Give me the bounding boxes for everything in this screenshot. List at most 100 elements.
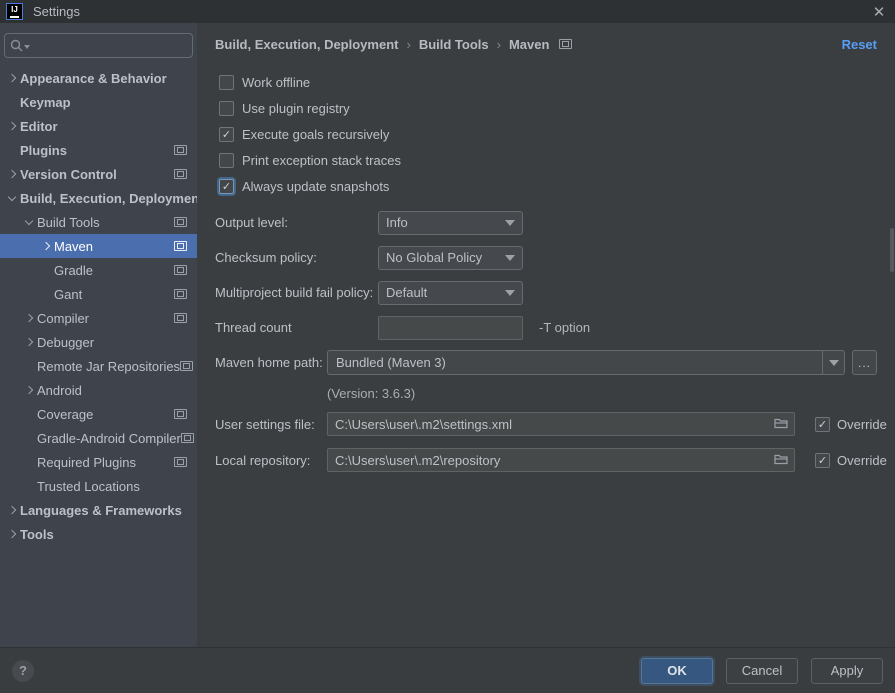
sidebar-item-appearance-behavior[interactable]: Appearance & Behavior bbox=[0, 66, 197, 90]
sidebar-item-trusted-locations[interactable]: Trusted Locations bbox=[0, 474, 197, 498]
search-input[interactable] bbox=[30, 38, 187, 53]
breadcrumb-part[interactable]: Build, Execution, Deployment bbox=[215, 37, 398, 52]
checksum-policy-dropdown[interactable]: No Global Policy bbox=[378, 246, 523, 270]
sidebar-item-tools[interactable]: Tools bbox=[0, 522, 197, 546]
chevron-right-icon[interactable] bbox=[4, 531, 20, 537]
sidebar-item-label: Trusted Locations bbox=[37, 479, 140, 494]
folder-icon[interactable] bbox=[774, 453, 788, 468]
local-repository-row: Local repository:✓Override bbox=[215, 442, 877, 478]
sidebar-item-label: Remote Jar Repositories bbox=[37, 359, 180, 374]
sidebar-item-maven[interactable]: Maven bbox=[0, 234, 197, 258]
maven-home-combobox[interactable]: Bundled (Maven 3) bbox=[327, 350, 845, 375]
output-level-row: Output level:Info bbox=[215, 205, 877, 240]
work-offline-checkbox[interactable] bbox=[219, 75, 234, 90]
user-settings-file-override-checkbox[interactable]: ✓ bbox=[815, 417, 830, 432]
sidebar-item-label: Version Control bbox=[20, 167, 117, 182]
checkbox-row-execute-goals-recursively: ✓ Execute goals recursively bbox=[215, 121, 877, 147]
ok-button[interactable]: OK bbox=[641, 658, 713, 684]
sidebar-item-gradle[interactable]: Gradle bbox=[0, 258, 197, 282]
checkbox-label: Always update snapshots bbox=[242, 179, 389, 194]
settings-window: IJ Settings ✕ Appearance & Behavior Keyma… bbox=[0, 0, 895, 693]
settings-page-icon bbox=[174, 457, 187, 467]
local-repository-override-checkbox[interactable]: ✓ bbox=[815, 453, 830, 468]
print-exception-stack-traces-checkbox[interactable] bbox=[219, 153, 234, 168]
output-level-dropdown[interactable]: Info bbox=[378, 211, 523, 235]
thread-count-label: Thread count bbox=[215, 320, 378, 335]
dropdown-rows: Output level:InfoChecksum policy:No Glob… bbox=[215, 205, 877, 310]
sidebar-item-version-control[interactable]: Version Control bbox=[0, 162, 197, 186]
checkbox-label: Execute goals recursively bbox=[242, 127, 389, 142]
sidebar-item-required-plugins[interactable]: Required Plugins bbox=[0, 450, 197, 474]
use-plugin-registry-checkbox[interactable] bbox=[219, 101, 234, 116]
settings-search-box[interactable] bbox=[4, 33, 193, 58]
help-icon[interactable]: ? bbox=[12, 660, 34, 682]
checkbox-label: Use plugin registry bbox=[242, 101, 350, 116]
sidebar-tree: Appearance & Behavior KeymapEditorPlugins… bbox=[0, 66, 197, 546]
chevron-right-icon[interactable] bbox=[21, 387, 37, 393]
always-update-snapshots-checkbox[interactable]: ✓ bbox=[219, 179, 234, 194]
execute-goals-recursively-checkbox[interactable]: ✓ bbox=[219, 127, 234, 142]
chevron-right-icon[interactable] bbox=[21, 315, 37, 321]
sidebar-item-remote-jar-repositories[interactable]: Remote Jar Repositories bbox=[0, 354, 197, 378]
sidebar-item-plugins[interactable]: Plugins bbox=[0, 138, 197, 162]
chevron-right-icon[interactable] bbox=[4, 75, 20, 81]
sidebar-item-keymap[interactable]: Keymap bbox=[0, 90, 197, 114]
sidebar-item-coverage[interactable]: Coverage bbox=[0, 402, 197, 426]
maven-home-browse-button[interactable]: ... bbox=[852, 350, 877, 375]
sidebar-item-build-tools[interactable]: Build Tools bbox=[0, 210, 197, 234]
sidebar-item-compiler[interactable]: Compiler bbox=[0, 306, 197, 330]
intellij-logo-icon: IJ bbox=[6, 3, 23, 20]
settings-page-icon bbox=[174, 169, 187, 179]
thread-count-input[interactable] bbox=[378, 316, 523, 340]
apply-button[interactable]: Apply bbox=[811, 658, 883, 684]
sidebar-item-gradle-android-compiler[interactable]: Gradle-Android Compiler bbox=[0, 426, 197, 450]
chevron-right-icon[interactable] bbox=[4, 123, 20, 129]
user-settings-file-input[interactable] bbox=[327, 412, 795, 436]
window-title: Settings bbox=[33, 4, 80, 19]
maven-settings-panel: Build, Execution, Deployment › Build Too… bbox=[197, 23, 895, 647]
folder-icon[interactable] bbox=[774, 417, 788, 432]
thread-count-row: Thread count -T option bbox=[215, 310, 877, 345]
override-label: Override bbox=[837, 417, 887, 432]
sidebar-item-editor[interactable]: Editor bbox=[0, 114, 197, 138]
maven-checkbox-group: Work offlineUse plugin registry✓Execute … bbox=[215, 69, 877, 199]
settings-page-icon bbox=[180, 361, 193, 371]
chevron-down-icon bbox=[505, 255, 515, 261]
local-repository-field-wrap bbox=[327, 448, 795, 472]
thread-count-hint: -T option bbox=[539, 320, 590, 335]
override-wrap: ✓Override bbox=[815, 453, 887, 468]
sidebar-item-debugger[interactable]: Debugger bbox=[0, 330, 197, 354]
cancel-button[interactable]: Cancel bbox=[726, 658, 798, 684]
sidebar-item-build-execution-deployment[interactable]: Build, Execution, Deployment bbox=[0, 186, 197, 210]
sidebar-item-label: Appearance & Behavior bbox=[20, 71, 167, 86]
breadcrumb-separator: › bbox=[497, 37, 501, 52]
local-repository-input[interactable] bbox=[327, 448, 795, 472]
sidebar-item-android[interactable]: Android bbox=[0, 378, 197, 402]
settings-page-icon bbox=[174, 217, 187, 227]
sidebar-item-label: Compiler bbox=[37, 311, 89, 326]
chevron-right-icon[interactable] bbox=[21, 339, 37, 345]
chevron-right-icon[interactable] bbox=[38, 243, 54, 249]
chevron-right-icon[interactable] bbox=[4, 171, 20, 177]
multiproject-build-fail-policy-row: Multiproject build fail policy:Default bbox=[215, 275, 877, 310]
sidebar-item-languages-frameworks[interactable]: Languages & Frameworks bbox=[0, 498, 197, 522]
dialog-buttons: OK Cancel Apply bbox=[641, 658, 883, 684]
breadcrumb-part[interactable]: Build Tools bbox=[419, 37, 489, 52]
close-icon[interactable]: ✕ bbox=[869, 2, 889, 22]
breadcrumb-separator: › bbox=[406, 37, 410, 52]
settings-page-icon bbox=[174, 289, 187, 299]
chevron-down-icon[interactable] bbox=[4, 196, 20, 200]
multiproject-build-fail-policy-dropdown[interactable]: Default bbox=[378, 281, 523, 305]
chevron-right-icon[interactable] bbox=[4, 507, 20, 513]
sidebar-item-label: Android bbox=[37, 383, 82, 398]
checksum-policy-row: Checksum policy:No Global Policy bbox=[215, 240, 877, 275]
maven-home-dropdown-section[interactable] bbox=[822, 351, 844, 374]
form-label: Checksum policy: bbox=[215, 250, 378, 265]
search-icon bbox=[10, 39, 23, 52]
vertical-scrollbar-thumb[interactable] bbox=[890, 228, 894, 272]
sidebar-item-label: Build Tools bbox=[37, 215, 100, 230]
sidebar-item-gant[interactable]: Gant bbox=[0, 282, 197, 306]
reset-link[interactable]: Reset bbox=[842, 37, 877, 52]
sidebar-item-label: Coverage bbox=[37, 407, 93, 422]
chevron-down-icon[interactable] bbox=[21, 220, 37, 224]
